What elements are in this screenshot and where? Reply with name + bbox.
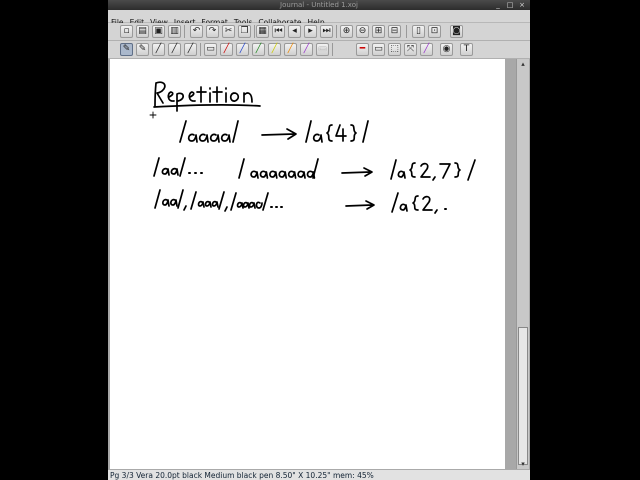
- page-layout-icon[interactable]: ▯: [412, 25, 425, 38]
- menu-bar: FileEditViewInsertFormatToolsCollaborate…: [108, 10, 530, 27]
- application-window: Journal - Untitled 1.xoj _ □ × FileEditV…: [108, 0, 530, 480]
- undo-icon[interactable]: ↶: [190, 25, 203, 38]
- toolbar-separator: [254, 25, 255, 38]
- red-pen-icon[interactable]: ╱: [220, 43, 233, 56]
- scroll-down-icon[interactable]: ▾: [518, 459, 528, 469]
- window-title: Journal - Untitled 1.xoj: [280, 1, 358, 9]
- eraser-icon[interactable]: ▭: [204, 43, 217, 56]
- fullscreen-icon[interactable]: ⊡: [428, 25, 441, 38]
- copy-icon[interactable]: ❐: [238, 25, 251, 38]
- scrollbar-thumb[interactable]: [518, 327, 528, 465]
- main-toolbar: ▫ ▤ ▣ ▥ ↶ ↷ ✂ ❐ ▦ ⏮ ◂ ▸ ⏭ ⊕ ⊖ ⊞ ⊟ ▯ ⊡ ◙: [108, 23, 530, 41]
- toolbar-separator: [200, 43, 201, 56]
- paste-icon[interactable]: ▦: [256, 25, 269, 38]
- first-page-icon[interactable]: ⏮: [272, 25, 285, 38]
- white-pen-icon[interactable]: ▭: [316, 43, 329, 56]
- highlighter-icon[interactable]: ╱: [184, 43, 197, 56]
- zoom-fit-icon[interactable]: ⊞: [372, 25, 385, 38]
- print-icon[interactable]: ▥: [168, 25, 181, 38]
- next-page-icon[interactable]: ▸: [304, 25, 317, 38]
- new-page-icon[interactable]: ▫: [120, 25, 133, 38]
- canvas-area: [108, 59, 530, 471]
- zoom-in-icon[interactable]: ⊕: [340, 25, 353, 38]
- lasso-icon[interactable]: ⤧: [404, 43, 417, 56]
- cut-icon[interactable]: ✂: [222, 25, 235, 38]
- status-text: Pg 3/3 Vera 20.0pt black Medium black pe…: [110, 471, 374, 480]
- marker-icon[interactable]: ╱: [168, 43, 181, 56]
- select-icon[interactable]: ⬚: [388, 43, 401, 56]
- save-icon[interactable]: ▣: [152, 25, 165, 38]
- minimize-icon[interactable]: _: [494, 1, 502, 9]
- green-pen-icon[interactable]: ╱: [252, 43, 265, 56]
- scroll-up-icon[interactable]: ▴: [518, 59, 528, 69]
- bookmark-icon[interactable]: ◙: [450, 25, 463, 38]
- image-icon[interactable]: ◉: [440, 43, 453, 56]
- zoom-width-icon[interactable]: ⊟: [388, 25, 401, 38]
- status-bar: Pg 3/3 Vera 20.0pt black Medium black pe…: [108, 469, 530, 480]
- maximize-icon[interactable]: □: [506, 1, 514, 9]
- yellow-pen-icon[interactable]: ╱: [268, 43, 281, 56]
- vertical-scrollbar[interactable]: ▴ ▾: [516, 59, 529, 469]
- toolbar-separator: [332, 43, 333, 56]
- prev-page-icon[interactable]: ◂: [288, 25, 301, 38]
- redo-icon[interactable]: ↷: [206, 25, 219, 38]
- blue-pen-icon[interactable]: ╱: [236, 43, 249, 56]
- notebook-page[interactable]: [110, 59, 505, 471]
- open-icon[interactable]: ▤: [136, 25, 149, 38]
- last-page-icon[interactable]: ⏭: [320, 25, 333, 38]
- zoom-out-icon[interactable]: ⊖: [356, 25, 369, 38]
- color-icon[interactable]: ╱: [420, 43, 433, 56]
- close-icon[interactable]: ×: [518, 1, 526, 9]
- brush-icon[interactable]: ╱: [152, 43, 165, 56]
- rectangle-icon[interactable]: ▭: [372, 43, 385, 56]
- orange-pen-icon[interactable]: ╱: [284, 43, 297, 56]
- title-bar[interactable]: Journal - Untitled 1.xoj _ □ ×: [108, 0, 530, 10]
- text-icon[interactable]: T: [460, 43, 473, 56]
- pencil-icon[interactable]: ✎: [136, 43, 149, 56]
- toolbar-separator: [336, 25, 337, 38]
- line-icon[interactable]: ━: [356, 43, 369, 56]
- handwritten-notes: [149, 81, 476, 214]
- toolbar-separator: [406, 25, 407, 38]
- pen-toolbar: ✎ ✎ ╱ ╱ ╱ ▭ ╱ ╱ ╱ ╱ ╱ ╱ ▭ ━ ▭ ⬚ ⤧ ╱ ◉ T: [108, 41, 530, 59]
- pen-icon[interactable]: ✎: [120, 43, 133, 56]
- toolbar-separator: [184, 25, 185, 38]
- purple-pen-icon[interactable]: ╱: [300, 43, 313, 56]
